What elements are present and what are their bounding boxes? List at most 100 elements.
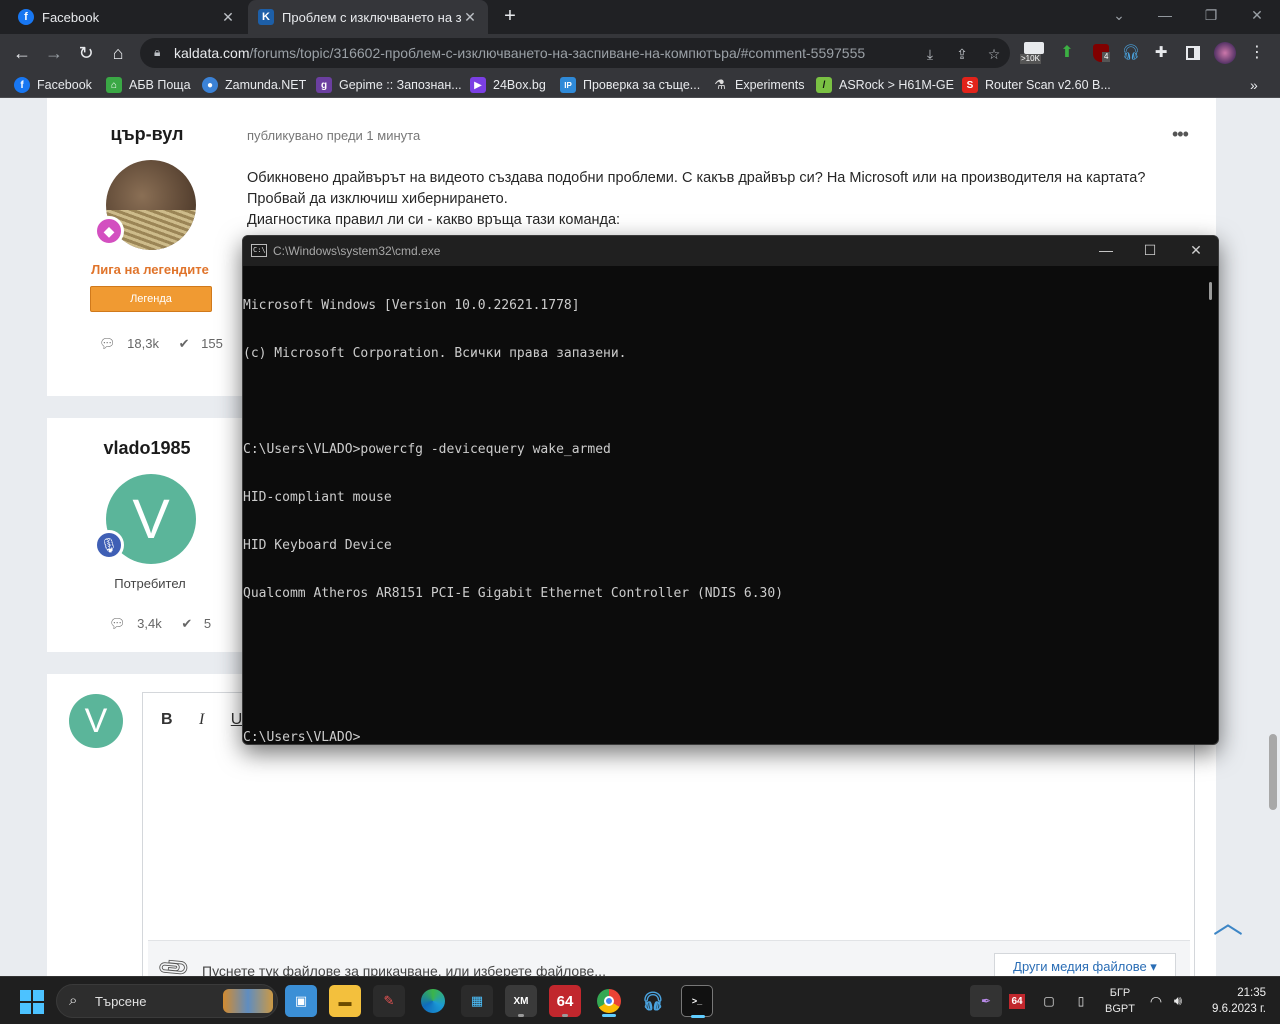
asrock-icon: / <box>816 77 832 93</box>
ublock-icon[interactable]: 4 <box>1090 42 1112 64</box>
author-stats: 💬︎ 3,4k ✔ 5 <box>109 616 227 632</box>
kaldata-icon: K <box>258 9 274 25</box>
posts-count[interactable]: 💬︎ 3,4k <box>109 616 170 631</box>
cmd-close-button[interactable]: ✕ <box>1173 236 1218 266</box>
cmd-window[interactable]: C:\ C:\Windows\system32\cmd.exe — ☐ ✕ Mi… <box>242 235 1219 745</box>
page-scrollbar[interactable] <box>1266 98 1280 976</box>
language-indicator[interactable]: БГР BGPT <box>1100 985 1140 1017</box>
xmplay-icon[interactable]: XM <box>505 985 537 1017</box>
reputation[interactable]: ✔ 5 <box>181 616 219 631</box>
restore-button[interactable]: ❐ <box>1188 0 1234 34</box>
headset-extension-icon[interactable]: 🎧︎ <box>1120 42 1142 64</box>
aida64-icon[interactable]: 64 <box>549 985 581 1017</box>
back-button[interactable]: ← <box>10 41 34 65</box>
terminal-icon[interactable]: >_ <box>681 985 713 1018</box>
home-icon: ⌂ <box>106 77 122 93</box>
new-tab-button[interactable]: + <box>498 5 522 29</box>
bookmark-label: 24Box.bg <box>493 78 546 92</box>
url-text[interactable]: kaldata.com/forums/topic/316602-проблем-… <box>174 45 914 61</box>
attachment-dropzone[interactable]: 📎︎ Пуснете тук файлове за прикачване, ил… <box>148 940 1190 976</box>
author-name[interactable]: цър-вул <box>47 124 247 145</box>
post-menu-icon[interactable]: ••• <box>1172 124 1189 145</box>
bookmark-experiments[interactable]: ⚗ Experiments <box>712 76 804 94</box>
bookmark-abv[interactable]: ⌂ АБВ Поща <box>106 76 191 94</box>
cmd-minimize-button[interactable]: — <box>1083 236 1129 266</box>
cmd-titlebar[interactable]: C:\ C:\Windows\system32\cmd.exe — ☐ ✕ <box>243 236 1218 266</box>
tray-app-icon[interactable]: ▢ <box>1038 985 1060 1017</box>
home-button[interactable]: ⌂ <box>106 41 130 65</box>
this-pc-app-icon[interactable]: ▣ <box>285 985 317 1017</box>
edge-browser-icon[interactable] <box>417 985 449 1017</box>
install-icon[interactable]: ⤓ <box>920 44 940 64</box>
author-rank: Потребител <box>114 576 186 591</box>
bookmark-label: Gepime :: Запознан... <box>339 78 462 92</box>
bookmark-zamunda[interactable]: ● Zamunda.NET <box>202 76 306 94</box>
share-icon[interactable]: ⇪ <box>952 44 972 64</box>
cmd-output[interactable]: Microsoft Windows [Version 10.0.22621.17… <box>243 266 1203 744</box>
bookmark-label: Experiments <box>735 78 805 92</box>
posts-count[interactable]: 💬︎ 18,3k <box>99 336 167 351</box>
tab-facebook[interactable]: f Facebook ✕ <box>8 0 246 34</box>
author-stats: 💬︎ 18,3k ✔ 155 <box>99 336 239 352</box>
forward-button[interactable]: → <box>42 41 66 65</box>
post-content: Обикновено драйвърът на видеото създава … <box>247 168 1187 231</box>
attachment-text[interactable]: Пуснете тук файлове за прикачване, или и… <box>202 963 606 976</box>
paperclip-icon: 📎︎ <box>154 949 193 976</box>
address-bar[interactable]: 🔒︎ kaldata.com/forums/topic/316602-пробл… <box>140 38 1010 68</box>
profile-avatar[interactable] <box>1214 42 1236 64</box>
bookmark-star-icon[interactable]: ☆ <box>984 44 1004 64</box>
close-tab-icon[interactable]: ✕ <box>220 9 236 26</box>
check-icon: ✔ <box>178 336 190 351</box>
tab-kaldata[interactable]: K Проблем с изключването на засп ✕ <box>248 0 488 34</box>
lock-icon[interactable]: 🔒︎ <box>154 45 160 60</box>
cmd-prompt[interactable]: C:\Users\VLADO> <box>243 730 1203 744</box>
headset-app-icon[interactable]: 🎧︎ <box>637 985 669 1017</box>
paint-app-icon[interactable]: ✎ <box>373 985 405 1017</box>
wifi-icon[interactable]: ◠ <box>1146 985 1166 1017</box>
clock[interactable]: 21:35 9.6.2023 г. <box>1198 985 1266 1017</box>
bookmark-ip-check[interactable]: IP Проверка за съще... <box>560 76 700 94</box>
side-panel-icon[interactable] <box>1182 42 1204 64</box>
reload-button[interactable]: ↻ <box>74 41 98 65</box>
start-button[interactable] <box>20 990 44 1014</box>
volume-icon[interactable]: 🔊︎ <box>1168 985 1188 1017</box>
tray-aida64-icon[interactable]: 64 <box>1006 985 1028 1017</box>
author-name[interactable]: vlado1985 <box>47 438 247 459</box>
cmd-maximize-button[interactable]: ☐ <box>1127 236 1173 266</box>
other-media-button[interactable]: Други медия файлове ▾ <box>994 953 1176 976</box>
mail-extension-icon[interactable]: >10K <box>1020 42 1048 64</box>
chrome-icon[interactable] <box>593 985 625 1017</box>
close-window-button[interactable]: ✕ <box>1234 0 1280 34</box>
cmd-scrollbar[interactable] <box>1209 282 1212 300</box>
store-icon[interactable]: ▦ <box>461 985 493 1017</box>
menu-kebab-icon[interactable]: ⋮ <box>1246 42 1268 64</box>
post-timestamp[interactable]: публикувано преди 1 минута <box>247 128 420 143</box>
bookmark-label: АБВ Поща <box>129 78 191 92</box>
bookmark-24box[interactable]: ▶ 24Box.bg <box>470 76 546 94</box>
facebook-icon: f <box>14 77 30 93</box>
check-icon: ✔ <box>181 616 193 631</box>
upload-extension-icon[interactable]: ⬆ <box>1056 42 1078 64</box>
underline-button[interactable]: U <box>231 711 243 728</box>
tab-search-icon[interactable]: ⌄ <box>1096 0 1142 34</box>
italic-button[interactable]: I <box>199 711 204 728</box>
more-bookmarks-icon[interactable]: » <box>1250 76 1258 94</box>
minimize-button[interactable]: — <box>1142 0 1188 34</box>
scrollbar-thumb[interactable] <box>1269 734 1277 810</box>
bookmark-facebook[interactable]: f Facebook <box>14 76 92 94</box>
usb-icon[interactable]: ▯ <box>1070 985 1092 1017</box>
browser-toolbar: ← → ↻ ⌂ 🔒︎ kaldata.com/forums/topic/3166… <box>0 34 1280 72</box>
file-explorer-icon[interactable]: ▬ <box>329 985 361 1017</box>
extensions-puzzle-icon[interactable]: ✚ <box>1150 42 1172 64</box>
reputation[interactable]: ✔ 155 <box>179 336 231 351</box>
search-highlight-image <box>223 989 273 1013</box>
bookmark-asrock[interactable]: / ASRock > H61M-GE <box>816 76 954 94</box>
scroll-to-top-icon[interactable]: ︿ <box>1210 898 1246 940</box>
bookmark-gepime[interactable]: g Gepime :: Запознан... <box>316 76 462 94</box>
close-tab-icon[interactable]: ✕ <box>462 9 478 26</box>
taskbar-search[interactable]: ⌕ Търсене <box>56 984 278 1018</box>
tray-pen-icon[interactable]: ✒ <box>970 985 1002 1017</box>
bold-button[interactable]: B <box>161 711 173 728</box>
bookmark-router-scan[interactable]: S Router Scan v2.60 B... <box>962 76 1111 94</box>
g-icon: g <box>316 77 332 93</box>
